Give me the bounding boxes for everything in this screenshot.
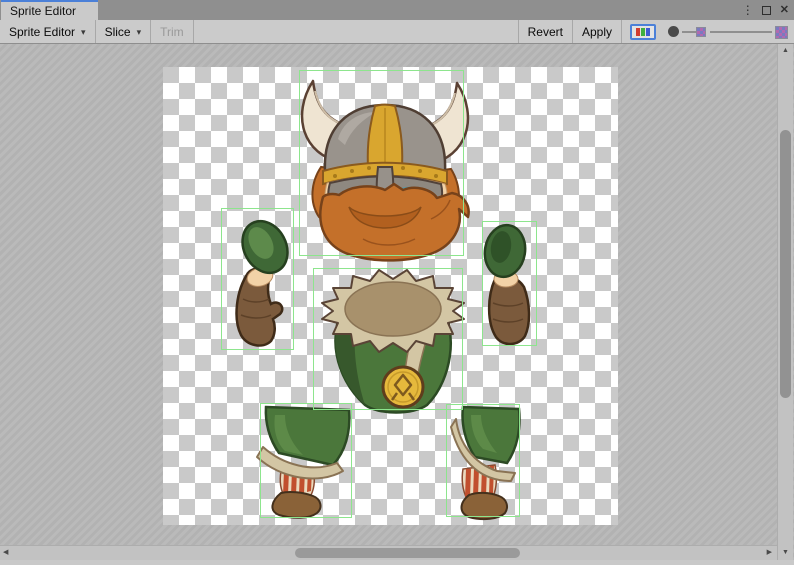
mipmap-slider-track[interactable] (710, 31, 772, 33)
trim-label: Trim (160, 25, 184, 39)
maximize-icon[interactable] (762, 6, 771, 15)
window-controls: ⋮ ✕ (742, 0, 789, 20)
chevron-down-icon: ▾ (137, 27, 142, 38)
mipmap-slider-thumb-icon[interactable] (696, 27, 706, 37)
scroll-left-icon[interactable]: ◀ (3, 546, 8, 560)
slice-dropdown[interactable]: Slice ▾ (96, 20, 152, 43)
rgb-blue-stripe-icon (646, 28, 650, 36)
slice-rect-arm-left[interactable] (221, 208, 294, 350)
sprite-texture-canvas[interactable] (163, 67, 618, 525)
window-tab-bar: Sprite Editor ⋮ ✕ (0, 0, 794, 20)
kebab-menu-icon[interactable]: ⋮ (742, 4, 753, 16)
apply-label: Apply (582, 25, 612, 39)
rgb-red-stripe-icon (636, 28, 640, 36)
slice-rect-leg-left[interactable] (260, 403, 352, 518)
view-sliders (663, 24, 791, 40)
rgb-color-mode-toggle[interactable] (630, 24, 656, 40)
slice-label: Slice (105, 25, 131, 39)
scroll-right-icon[interactable]: ▶ (767, 546, 772, 560)
horizontal-scrollbar[interactable]: ◀ ▶ (0, 545, 777, 560)
zoom-slider-knob[interactable] (668, 26, 679, 37)
chevron-down-icon: ▾ (81, 27, 86, 38)
vertical-scrollbar-thumb[interactable] (780, 130, 791, 398)
close-icon[interactable]: ✕ (780, 5, 789, 16)
window-bottom-edge (0, 560, 794, 565)
sprite-editor-toolbar: Sprite Editor ▾ Slice ▾ Trim Revert Appl… (0, 20, 794, 44)
slice-rect-leg-right[interactable] (446, 404, 520, 517)
tab-sprite-editor[interactable]: Sprite Editor (1, 0, 98, 20)
slice-rect-arm-right[interactable] (482, 221, 537, 346)
mipmap-texture-icon (775, 26, 788, 39)
apply-button[interactable]: Apply (572, 20, 622, 43)
zoom-slider-track[interactable] (682, 31, 696, 33)
slice-rect-torso[interactable] (313, 268, 463, 410)
horizontal-scrollbar-thumb[interactable] (295, 548, 520, 558)
slice-rect-head[interactable] (299, 70, 464, 256)
trim-button[interactable]: Trim (151, 20, 194, 43)
rgb-green-stripe-icon (641, 28, 645, 36)
sprite-editor-mode-label: Sprite Editor (9, 25, 75, 39)
scroll-down-icon[interactable]: ▼ (778, 548, 793, 558)
toolbar-spacer (194, 20, 518, 43)
vertical-scrollbar[interactable]: ▲ ▼ (777, 44, 793, 560)
tab-label: Sprite Editor (10, 4, 76, 18)
revert-label: Revert (528, 25, 563, 39)
scroll-up-icon[interactable]: ▲ (778, 46, 793, 56)
revert-button[interactable]: Revert (518, 20, 572, 43)
slice-layer (163, 67, 618, 525)
sprite-editor-viewport[interactable]: ▲ ▼ ◀ ▶ (0, 44, 794, 565)
sprite-editor-mode-dropdown[interactable]: Sprite Editor ▾ (0, 20, 96, 43)
